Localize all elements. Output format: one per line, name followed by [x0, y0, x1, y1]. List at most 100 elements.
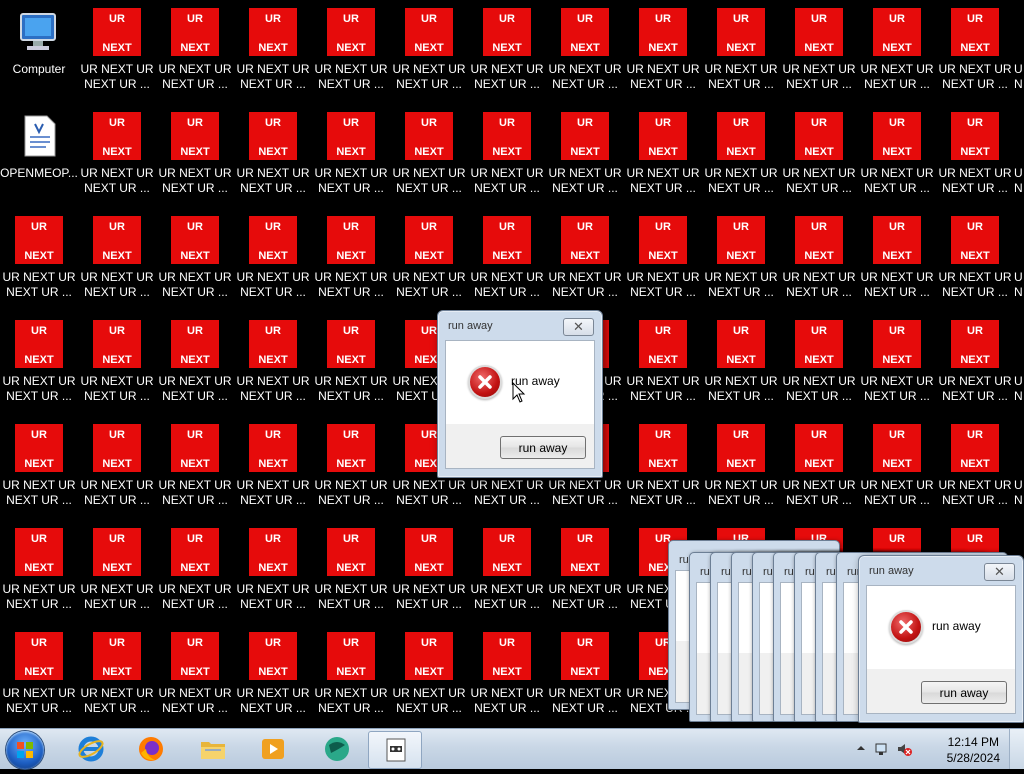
ur-next-desktop-icon[interactable]: UR NEXT UR NEXT URNEXT UR ... — [624, 108, 702, 212]
partial-desktop-icon[interactable]: UN — [1014, 212, 1024, 316]
ur-next-desktop-icon[interactable]: UR NEXT UR NEXT URNEXT UR ... — [78, 108, 156, 212]
run-away-button[interactable]: run away — [500, 436, 586, 459]
taskbar-active-program[interactable] — [368, 731, 422, 769]
taskbar-app[interactable] — [310, 731, 362, 767]
start-button[interactable] — [6, 731, 44, 769]
ur-next-desktop-icon[interactable]: UR NEXT UR NEXT URNEXT UR ... — [858, 212, 936, 316]
ur-next-desktop-icon[interactable]: UR NEXT UR NEXT URNEXT UR ... — [312, 420, 390, 524]
ur-next-desktop-icon[interactable]: UR NEXT UR NEXT URNEXT UR ... — [936, 212, 1014, 316]
ur-next-desktop-icon[interactable]: UR NEXT UR NEXT URNEXT UR ... — [234, 4, 312, 108]
ur-next-desktop-icon[interactable]: UR NEXT UR NEXT URNEXT UR ... — [546, 628, 624, 728]
ur-next-desktop-icon[interactable]: UR NEXT UR NEXT URNEXT UR ... — [390, 212, 468, 316]
ur-next-desktop-icon[interactable]: UR NEXT UR NEXT URNEXT UR ... — [312, 212, 390, 316]
ur-next-desktop-icon[interactable]: UR NEXT UR NEXT URNEXT UR ... — [234, 108, 312, 212]
ur-next-desktop-icon[interactable]: UR NEXT UR NEXT URNEXT UR ... — [858, 108, 936, 212]
show-desktop-button[interactable] — [1009, 729, 1024, 769]
ur-next-desktop-icon[interactable]: UR NEXT UR NEXT URNEXT UR ... — [390, 524, 468, 628]
ur-next-desktop-icon[interactable]: UR NEXT UR NEXT URNEXT UR ... — [702, 212, 780, 316]
ur-next-desktop-icon[interactable]: UR NEXT UR NEXT URNEXT UR ... — [78, 212, 156, 316]
clock[interactable]: 12:14 PM 5/28/2024 — [947, 734, 1000, 766]
ur-next-desktop-icon[interactable]: UR NEXT UR NEXT URNEXT UR ... — [936, 4, 1014, 108]
ur-next-desktop-icon[interactable]: UR NEXT UR NEXT URNEXT UR ... — [390, 628, 468, 728]
ur-next-desktop-icon[interactable]: UR NEXT UR NEXT URNEXT UR ... — [624, 316, 702, 420]
taskbar-explorer[interactable] — [186, 731, 238, 767]
document-desktop-icon[interactable]: OPENMEOP... — [0, 108, 78, 212]
ur-next-desktop-icon[interactable]: UR NEXT UR NEXT URNEXT UR ... — [312, 108, 390, 212]
ur-next-desktop-icon[interactable]: UR NEXT UR NEXT URNEXT UR ... — [780, 420, 858, 524]
desktop-icon-label-line1: UR NEXT UR — [470, 62, 544, 76]
run-away-button[interactable]: run away — [921, 681, 1007, 704]
taskbar-internet-explorer[interactable] — [64, 731, 116, 767]
ur-next-desktop-icon[interactable]: UR NEXT UR NEXT URNEXT UR ... — [702, 420, 780, 524]
ur-next-desktop-icon[interactable]: UR NEXT UR NEXT URNEXT UR ... — [468, 628, 546, 728]
ur-next-desktop-icon[interactable]: UR NEXT UR NEXT URNEXT UR ... — [156, 4, 234, 108]
ur-next-desktop-icon[interactable]: UR NEXT UR NEXT URNEXT UR ... — [780, 4, 858, 108]
ur-next-desktop-icon[interactable]: UR NEXT UR NEXT URNEXT UR ... — [312, 628, 390, 728]
ur-next-desktop-icon[interactable]: UR NEXT UR NEXT URNEXT UR ... — [234, 316, 312, 420]
ur-next-desktop-icon[interactable]: UR NEXT UR NEXT URNEXT UR ... — [702, 316, 780, 420]
ur-next-desktop-icon[interactable]: UR NEXT UR NEXT URNEXT UR ... — [780, 108, 858, 212]
ur-next-desktop-icon[interactable]: UR NEXT UR NEXT URNEXT UR ... — [390, 108, 468, 212]
computer-desktop-icon[interactable]: Computer — [0, 4, 78, 108]
ur-next-desktop-icon[interactable]: UR NEXT UR NEXT URNEXT UR ... — [156, 524, 234, 628]
ur-next-desktop-icon[interactable]: UR NEXT UR NEXT URNEXT UR ... — [78, 524, 156, 628]
ur-next-desktop-icon[interactable]: UR NEXT UR NEXT URNEXT UR ... — [78, 4, 156, 108]
ur-next-desktop-icon[interactable]: UR NEXT UR NEXT URNEXT UR ... — [468, 4, 546, 108]
ur-next-desktop-icon[interactable]: UR NEXT UR NEXT URNEXT UR ... — [936, 316, 1014, 420]
icon-text-top: UR — [187, 533, 203, 545]
ur-next-desktop-icon[interactable]: UR NEXT UR NEXT URNEXT UR ... — [936, 420, 1014, 524]
partial-desktop-icon[interactable]: UN — [1014, 108, 1024, 212]
ur-next-desktop-icon[interactable]: UR NEXT UR NEXT URNEXT UR ... — [468, 524, 546, 628]
ur-next-desktop-icon[interactable]: UR NEXT UR NEXT URNEXT UR ... — [0, 212, 78, 316]
ur-next-desktop-icon[interactable]: UR NEXT UR NEXT URNEXT UR ... — [78, 420, 156, 524]
ur-next-desktop-icon[interactable]: UR NEXT UR NEXT URNEXT UR ... — [546, 108, 624, 212]
ur-next-desktop-icon[interactable]: UR NEXT UR NEXT URNEXT UR ... — [156, 628, 234, 728]
ur-next-desktop-icon[interactable]: UR NEXT UR NEXT URNEXT UR ... — [234, 628, 312, 728]
ur-next-desktop-icon[interactable]: UR NEXT UR NEXT URNEXT UR ... — [234, 524, 312, 628]
ur-next-desktop-icon[interactable]: UR NEXT UR NEXT URNEXT UR ... — [0, 316, 78, 420]
ur-next-desktop-icon[interactable]: UR NEXT UR NEXT URNEXT UR ... — [624, 212, 702, 316]
ur-next-desktop-icon[interactable]: UR NEXT UR NEXT URNEXT UR ... — [390, 4, 468, 108]
ur-next-desktop-icon[interactable]: UR NEXT UR NEXT URNEXT UR ... — [546, 4, 624, 108]
volume-muted-icon[interactable] — [896, 741, 912, 757]
ur-next-desktop-icon[interactable]: UR NEXT UR NEXT URNEXT UR ... — [858, 4, 936, 108]
ur-next-desktop-icon[interactable]: UR NEXT UR NEXT URNEXT UR ... — [702, 108, 780, 212]
ur-next-desktop-icon[interactable]: UR NEXT UR NEXT URNEXT UR ... — [0, 524, 78, 628]
ur-next-desktop-icon[interactable]: UR NEXT UR NEXT URNEXT UR ... — [936, 108, 1014, 212]
ur-next-desktop-icon[interactable]: UR NEXT UR NEXT URNEXT UR ... — [156, 420, 234, 524]
ur-next-desktop-icon[interactable]: UR NEXT UR NEXT URNEXT UR ... — [78, 628, 156, 728]
run-away-dialog-front[interactable]: run away ✕ run away run away — [858, 555, 1024, 723]
ur-next-desktop-icon[interactable]: UR NEXT UR NEXT URNEXT UR ... — [624, 420, 702, 524]
ur-next-desktop-icon[interactable]: UR NEXT UR NEXT URNEXT UR ... — [624, 4, 702, 108]
ur-next-desktop-icon[interactable]: UR NEXT UR NEXT URNEXT UR ... — [0, 420, 78, 524]
ur-next-desktop-icon[interactable]: UR NEXT UR NEXT URNEXT UR ... — [312, 524, 390, 628]
ur-next-desktop-icon[interactable]: UR NEXT UR NEXT URNEXT UR ... — [546, 524, 624, 628]
ur-next-desktop-icon[interactable]: UR NEXT UR NEXT URNEXT UR ... — [546, 212, 624, 316]
ur-next-desktop-icon[interactable]: UR NEXT UR NEXT URNEXT UR ... — [234, 420, 312, 524]
ur-next-desktop-icon[interactable]: UR NEXT UR NEXT URNEXT UR ... — [156, 316, 234, 420]
partial-desktop-icon[interactable]: UN — [1014, 316, 1024, 420]
dialog-close-button[interactable]: ✕ — [563, 318, 594, 336]
network-icon[interactable] — [874, 741, 890, 757]
taskbar-firefox[interactable] — [124, 731, 176, 767]
ur-next-desktop-icon[interactable]: UR NEXT UR NEXT URNEXT UR ... — [312, 316, 390, 420]
dialog-close-button[interactable]: ✕ — [984, 563, 1015, 581]
ur-next-desktop-icon[interactable]: UR NEXT UR NEXT URNEXT UR ... — [858, 316, 936, 420]
ur-next-desktop-icon[interactable]: UR NEXT UR NEXT URNEXT UR ... — [858, 420, 936, 524]
ur-next-desktop-icon[interactable]: UR NEXT UR NEXT URNEXT UR ... — [78, 316, 156, 420]
ur-next-desktop-icon[interactable]: UR NEXT UR NEXT URNEXT UR ... — [156, 108, 234, 212]
folder-icon — [201, 742, 225, 759]
ur-next-desktop-icon[interactable]: UR NEXT UR NEXT URNEXT UR ... — [0, 628, 78, 728]
ur-next-desktop-icon[interactable]: UR NEXT UR NEXT URNEXT UR ... — [234, 212, 312, 316]
ur-next-desktop-icon[interactable]: UR NEXT UR NEXT URNEXT UR ... — [156, 212, 234, 316]
partial-desktop-icon[interactable]: UN — [1014, 420, 1024, 524]
show-hidden-icons-icon[interactable] — [856, 743, 866, 753]
taskbar-media-player[interactable] — [246, 731, 298, 767]
partial-desktop-icon[interactable]: UN — [1014, 4, 1024, 108]
ur-next-desktop-icon[interactable]: UR NEXT UR NEXT URNEXT UR ... — [780, 316, 858, 420]
ur-next-desktop-icon[interactable]: UR NEXT UR NEXT URNEXT UR ... — [312, 4, 390, 108]
ur-next-desktop-icon[interactable]: UR NEXT UR NEXT URNEXT UR ... — [702, 4, 780, 108]
ur-next-desktop-icon[interactable]: UR NEXT UR NEXT URNEXT UR ... — [780, 212, 858, 316]
ur-next-desktop-icon[interactable]: UR NEXT UR NEXT URNEXT UR ... — [468, 212, 546, 316]
ur-next-desktop-icon[interactable]: UR NEXT UR NEXT URNEXT UR ... — [468, 108, 546, 212]
